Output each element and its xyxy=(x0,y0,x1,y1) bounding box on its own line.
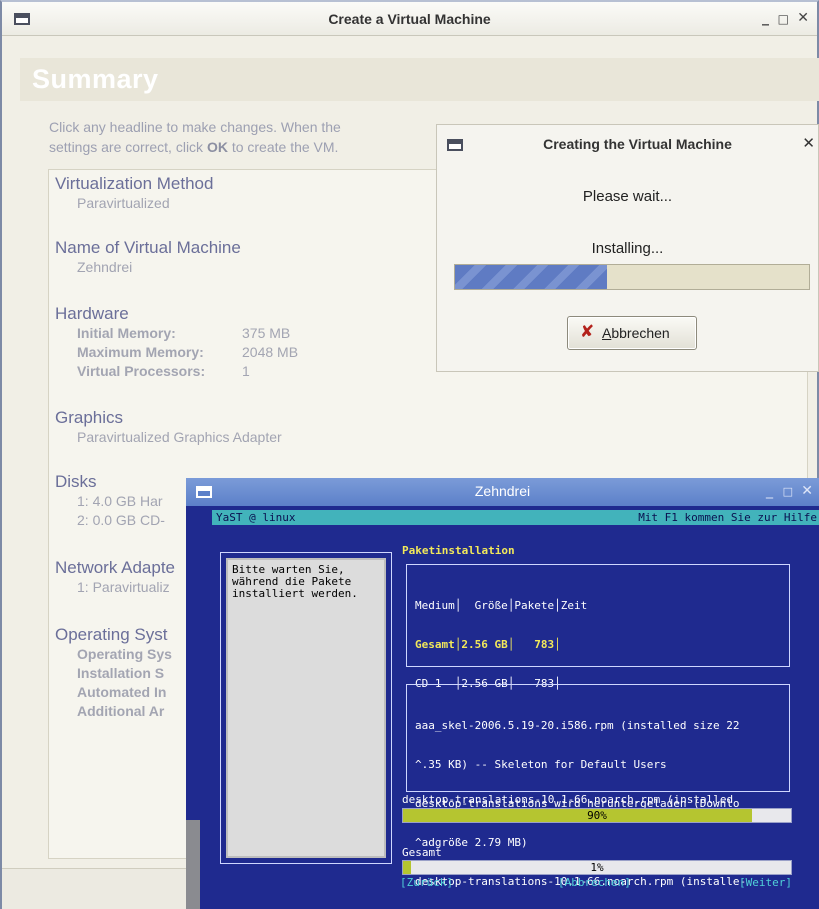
vm-name-headline[interactable]: Name of Virtual Machine xyxy=(55,238,241,258)
hardware-headline[interactable]: Hardware xyxy=(55,304,298,324)
maximize-icon[interactable]: □ xyxy=(778,12,789,26)
help-text: Bitte warten Sie, während die Pakete ins… xyxy=(224,556,388,860)
hardware-row: Maximum Memory: 2048 MB xyxy=(77,343,298,362)
scrollbar[interactable] xyxy=(186,820,200,909)
section-hardware: Hardware Initial Memory: 375 MB Maximum M… xyxy=(55,304,298,381)
graphics-value: Paravirtualized Graphics Adapter xyxy=(77,429,282,445)
dialog-titlebar[interactable]: Creating the Virtual Machine ✕ xyxy=(437,125,818,163)
window-title: Create a Virtual Machine xyxy=(328,11,491,27)
section-network: Network Adapte 1: Paravirtualiz xyxy=(55,558,175,597)
virtual-processors-value: 1 xyxy=(242,363,250,379)
cancel-button[interactable]: ✘ Abbrechen xyxy=(567,316,697,350)
close-icon[interactable]: ✕ xyxy=(801,483,813,499)
hardware-row: Initial Memory: 375 MB xyxy=(77,324,298,343)
os-item: Operating Sys xyxy=(77,646,172,662)
hardware-row: Virtual Processors: 1 xyxy=(77,362,298,381)
creating-vm-dialog: Creating the Virtual Machine ✕ Please wa… xyxy=(436,124,819,372)
instructions-line-1: Click any headline to make changes. When… xyxy=(49,119,341,135)
install-log: aaa_skel-2006.5.19-20.i586.rpm (installe… xyxy=(406,684,790,888)
media-table: Medium│ Größe│Pakete│Zeit Gesamt│2.56 GB… xyxy=(406,564,790,690)
disk-item: 1: 4.0 GB Har xyxy=(77,493,163,509)
disk-item: 2: 0.0 GB CD- xyxy=(77,512,165,528)
yast-help-hint: Mit F1 kommen Sie zur Hilfe xyxy=(638,511,817,524)
instructions-line-2: settings are correct, click OK to create… xyxy=(49,137,429,157)
table-header: Medium│ Größe│Pakete│Zeit xyxy=(415,599,588,612)
instructions-text: Click any headline to make changes. When… xyxy=(49,117,429,157)
graphics-headline[interactable]: Graphics xyxy=(55,408,282,428)
section-os: Operating Syst Operating Sys Installatio… xyxy=(55,625,172,721)
total-progress-label: 1% xyxy=(590,861,604,874)
os-headline[interactable]: Operating Syst xyxy=(55,625,172,645)
ok-keyword: OK xyxy=(206,139,228,155)
close-icon[interactable]: ✕ xyxy=(802,134,815,152)
window-menu-icon[interactable] xyxy=(447,139,463,151)
summary-banner: Summary xyxy=(20,58,819,101)
maximum-memory-label: Maximum Memory: xyxy=(77,344,204,360)
instructions-pre: settings are correct, click xyxy=(49,139,207,155)
virtual-processors-label: Virtual Processors: xyxy=(77,363,206,379)
os-item: Installation S xyxy=(77,665,165,681)
total-progress-bar: 1% xyxy=(402,860,792,875)
package-progress-bar: 90% xyxy=(402,808,792,823)
vm-name-value: Zehndrei xyxy=(77,259,133,275)
summary-heading: Summary xyxy=(32,64,159,94)
initial-memory-value: 375 MB xyxy=(242,325,291,341)
abort-button[interactable]: [Abbrechen] xyxy=(558,876,631,889)
section-disks: Disks 1: 4.0 GB Har 2: 0.0 GB CD- xyxy=(55,472,165,530)
main-titlebar[interactable]: Create a Virtual Machine _ □ ✕ xyxy=(2,2,817,36)
yast-screen[interactable]: YaST @ linux Mit F1 kommen Sie zur Hilfe… xyxy=(206,506,819,909)
disks-list: 1: 4.0 GB Har 2: 0.0 GB CD- xyxy=(55,492,165,530)
dialog-title: Creating the Virtual Machine xyxy=(543,136,732,152)
initial-memory-label: Initial Memory: xyxy=(77,325,176,341)
next-button[interactable]: [Weiter] xyxy=(739,876,792,889)
cancel-mnemonic: A xyxy=(602,325,612,341)
yast-header: YaST @ linux Mit F1 kommen Sie zur Hilfe xyxy=(212,510,819,525)
os-item: Additional Ar xyxy=(77,703,165,719)
current-package: desktop-translations-10.1-66.noarch.rpm … xyxy=(402,793,734,806)
cancel-icon: ✘ xyxy=(580,322,595,342)
yast-host: YaST @ linux xyxy=(216,511,296,524)
log-line: ^.35 KB) -- Skeleton for Default Users xyxy=(415,758,667,771)
status-text: Installing... xyxy=(591,240,664,257)
button-area xyxy=(2,868,202,909)
please-wait-text: Please wait... xyxy=(582,188,673,205)
os-list: Operating Sys Installation S Automated I… xyxy=(55,645,172,721)
network-value: 1: Paravirtualiz xyxy=(77,579,170,595)
maximize-icon[interactable]: □ xyxy=(783,485,793,498)
log-line: ^adgröße 2.79 MB) xyxy=(415,836,528,849)
virtualization-value: Paravirtualized xyxy=(77,195,170,211)
virtualization-headline[interactable]: Virtualization Method xyxy=(55,174,213,194)
install-progress-bar xyxy=(454,264,810,290)
back-button[interactable]: [Zurück] xyxy=(400,876,453,889)
section-graphics: Graphics Paravirtualized Graphics Adapte… xyxy=(55,408,282,447)
network-headline[interactable]: Network Adapte xyxy=(55,558,175,578)
cancel-post: bbrechen xyxy=(611,325,670,341)
hardware-details: Initial Memory: 375 MB Maximum Memory: 204… xyxy=(55,324,298,381)
console-title: Zehndrei xyxy=(474,483,531,499)
section-vm-name: Name of Virtual Machine Zehndrei xyxy=(55,238,241,277)
instructions-post: to create the VM. xyxy=(227,139,339,155)
total-label: Gesamt xyxy=(402,846,442,859)
cancel-label: Abbrechen xyxy=(602,325,670,341)
package-installation-title: Paketinstallation xyxy=(402,544,515,557)
os-item: Automated In xyxy=(77,684,167,700)
section-virtualization: Virtualization Method Paravirtualized xyxy=(55,174,213,213)
package-progress-label: 90% xyxy=(587,809,607,822)
console-titlebar[interactable]: Zehndrei _ □ ✕ xyxy=(186,478,819,506)
zehndrei-console-window: Zehndrei _ □ ✕ YaST @ linux Mit F1 komme… xyxy=(186,478,819,909)
table-row: Gesamt│2.56 GB│ 783│ xyxy=(415,638,561,651)
minimize-icon[interactable]: _ xyxy=(766,483,773,499)
progress-fill xyxy=(455,265,608,289)
disks-headline[interactable]: Disks xyxy=(55,472,165,492)
close-icon[interactable]: ✕ xyxy=(797,10,809,26)
log-line: aaa_skel-2006.5.19-20.i586.rpm (installe… xyxy=(415,719,740,732)
minimize-icon[interactable]: _ xyxy=(762,10,769,26)
maximum-memory-value: 2048 MB xyxy=(242,344,299,360)
